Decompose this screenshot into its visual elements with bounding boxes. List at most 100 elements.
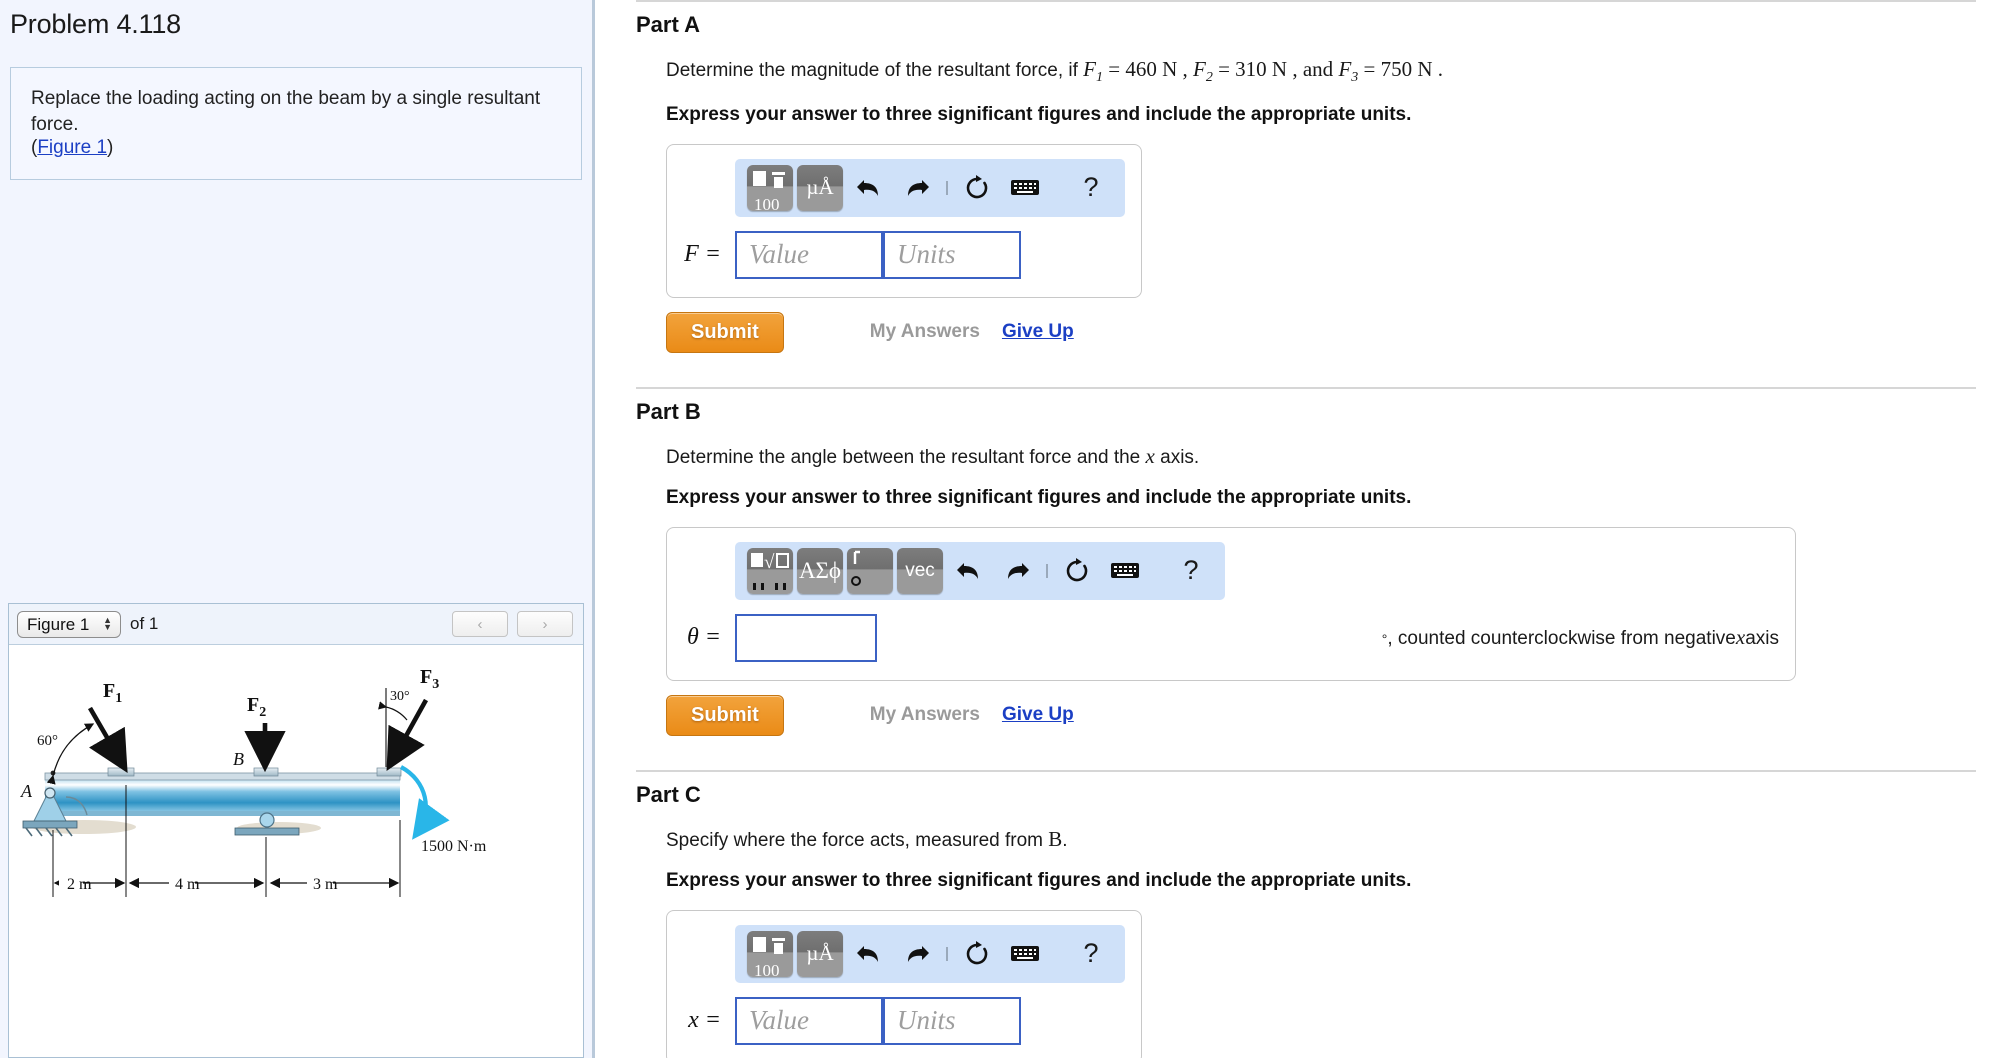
- part-a-section: Part A Determine the magnitude of the re…: [598, 0, 1992, 353]
- redo-icon[interactable]: [995, 549, 1039, 593]
- part-b-field-label: θ =: [687, 624, 721, 651]
- fraction-icon[interactable]: 100: [747, 164, 793, 211]
- redo-icon[interactable]: [895, 166, 939, 210]
- figure-link-line: (Figure 1): [31, 137, 561, 159]
- part-b-divider: [636, 386, 1976, 389]
- part-a-give-up-link[interactable]: Give Up: [1002, 321, 1074, 343]
- part-c-field-label: x =: [688, 1007, 721, 1034]
- undo-icon[interactable]: [947, 549, 991, 593]
- figure-1-link[interactable]: Figure 1: [37, 137, 107, 158]
- part-c-question: Specify where the force acts, measured f…: [666, 827, 1992, 852]
- part-a-math-toolbar: 100 µÅ ?: [735, 158, 1125, 217]
- greek-symbols-icon[interactable]: ΑΣϕ: [797, 547, 843, 594]
- figure-label-A: A: [20, 781, 33, 801]
- keyboard-icon[interactable]: [1003, 932, 1047, 976]
- part-a-field-label: F =: [684, 241, 721, 268]
- figure-viewer: Figure 1 ▲ ▼ of 1 ‹ › F1 60° F2 B A F3 3…: [8, 603, 584, 1058]
- figure-toolbar: Figure 1 ▲ ▼ of 1 ‹ ›: [9, 604, 583, 645]
- keyboard-icon[interactable]: [1003, 166, 1047, 210]
- var-F1: F: [1083, 57, 1096, 81]
- problem-statement-box: Replace the loading acting on the beam b…: [10, 67, 582, 181]
- figure-select[interactable]: Figure 1: [17, 610, 121, 638]
- toolbar-separator: [946, 180, 948, 195]
- figure-canvas: F1 60° F2 B A F3 30° 1500 N·m m 2 m 4 m …: [9, 645, 583, 1056]
- vector-icon[interactable]: vec: [897, 547, 943, 594]
- keyboard-icon[interactable]: [1103, 549, 1147, 593]
- mu-angstrom-glyph: µÅ: [806, 941, 834, 966]
- part-c-answer-box: 100 µÅ ? x = Value Units: [666, 909, 1142, 1058]
- figure-label-angle-30: 30°: [390, 689, 410, 704]
- figure-label-F3: F3: [420, 666, 439, 692]
- part-b-math-toolbar: √ ΑΣϕ vec ?: [735, 541, 1225, 600]
- reset-icon[interactable]: [955, 166, 999, 210]
- right-panel: Part A Determine the magnitude of the re…: [598, 0, 1992, 1058]
- problem-statement-text: Replace the loading acting on the beam b…: [31, 88, 541, 135]
- part-b-suffix-pre: , counted counterclockwise from negative: [1387, 628, 1736, 650]
- paren-close: ): [107, 137, 114, 159]
- part-b-give-up-link[interactable]: Give Up: [1002, 704, 1074, 726]
- figure-count-label: of 1: [130, 614, 159, 633]
- sqrt-icon[interactable]: √: [747, 547, 793, 594]
- part-b-suffix-var: x: [1735, 625, 1746, 650]
- redo-icon[interactable]: [895, 932, 939, 976]
- part-c-math-toolbar: 100 µÅ ?: [735, 924, 1125, 983]
- part-b-section: Part B Determine the angle between the r…: [598, 386, 1992, 736]
- undo-icon[interactable]: [847, 166, 891, 210]
- part-c-units-input[interactable]: Units: [883, 996, 1021, 1045]
- part-b-question-var: x: [1145, 443, 1155, 468]
- part-b-field-row: θ = °, counted counterclockwise from neg…: [683, 613, 1779, 662]
- degree-icon[interactable]: [847, 547, 893, 594]
- part-b-my-answers-link[interactable]: My Answers: [870, 704, 980, 726]
- reset-icon[interactable]: [1055, 549, 1099, 593]
- fraction-icon[interactable]: 100: [747, 930, 793, 977]
- part-a-divider: [636, 0, 1976, 2]
- part-a-units-input[interactable]: Units: [883, 230, 1021, 279]
- figure-select-wrap[interactable]: Figure 1 ▲ ▼: [17, 610, 121, 638]
- left-panel: Problem 4.118 Replace the loading acting…: [0, 0, 595, 1058]
- part-a-submit-button[interactable]: Submit: [666, 311, 784, 353]
- figure-label-F1: F1: [103, 680, 122, 706]
- part-b-value-input[interactable]: [735, 613, 877, 662]
- mu-angstrom-units-icon[interactable]: µÅ: [797, 930, 843, 977]
- undo-icon[interactable]: [847, 932, 891, 976]
- figure-label-B: B: [233, 749, 244, 769]
- figure-label-angle-60: 60°: [37, 733, 58, 749]
- svg-text:3 m: 3 m: [313, 876, 338, 893]
- part-c-value-input[interactable]: Value: [735, 996, 883, 1045]
- part-a-value-input[interactable]: Value: [735, 230, 883, 279]
- part-b-suffix-text: °, counted counterclockwise from negativ…: [1382, 625, 1779, 650]
- greek-glyph: ΑΣϕ: [798, 557, 842, 583]
- var-F2-sub: 2: [1205, 69, 1213, 85]
- part-a-my-answers-link[interactable]: My Answers: [870, 321, 980, 343]
- help-icon[interactable]: ?: [1069, 938, 1113, 969]
- beam-diagram-svg: F1 60° F2 B A F3 30° 1500 N·m m 2 m 4 m …: [20, 666, 487, 897]
- val-F3: = 750 N .: [1358, 57, 1444, 81]
- part-b-question-post: axis.: [1154, 446, 1200, 468]
- svg-text:4 m: 4 m: [175, 876, 200, 893]
- part-c-divider: [636, 769, 1976, 772]
- figure-next-button[interactable]: ›: [517, 611, 573, 637]
- reset-icon[interactable]: [955, 932, 999, 976]
- part-c-question-post: .: [1062, 829, 1068, 851]
- var-F1-sub: 1: [1096, 69, 1103, 85]
- mu-angstrom-units-icon[interactable]: µÅ: [797, 164, 843, 211]
- figure-nav-group: ‹ ›: [443, 611, 573, 637]
- part-b-submit-row: Submit My Answers Give Up: [666, 694, 1992, 736]
- svg-text:√: √: [764, 552, 775, 573]
- part-c-instruction: Express your answer to three significant…: [666, 869, 1412, 891]
- help-icon[interactable]: ?: [1069, 172, 1113, 203]
- part-a-answer-box: 100 µÅ ? F = Value Units: [666, 143, 1142, 298]
- val-F2: = 310 N , and: [1212, 57, 1339, 81]
- figure-label-moment: 1500 N·m: [421, 838, 487, 855]
- svg-text:2 m: 2 m: [67, 876, 92, 893]
- part-b-submit-button[interactable]: Submit: [666, 694, 784, 736]
- help-icon[interactable]: ?: [1169, 555, 1213, 586]
- var-F2: F: [1193, 57, 1206, 81]
- part-c-section: Part C Specify where the force acts, mea…: [598, 769, 1992, 1058]
- val-F1: = 460 N ,: [1103, 57, 1194, 81]
- part-c-heading: Part C: [636, 781, 701, 807]
- part-a-field-row: F = Value Units: [683, 230, 1125, 279]
- part-a-submit-row: Submit My Answers Give Up: [666, 311, 1992, 353]
- part-b-instruction: Express your answer to three significant…: [666, 486, 1412, 508]
- figure-prev-button[interactable]: ‹: [452, 611, 508, 637]
